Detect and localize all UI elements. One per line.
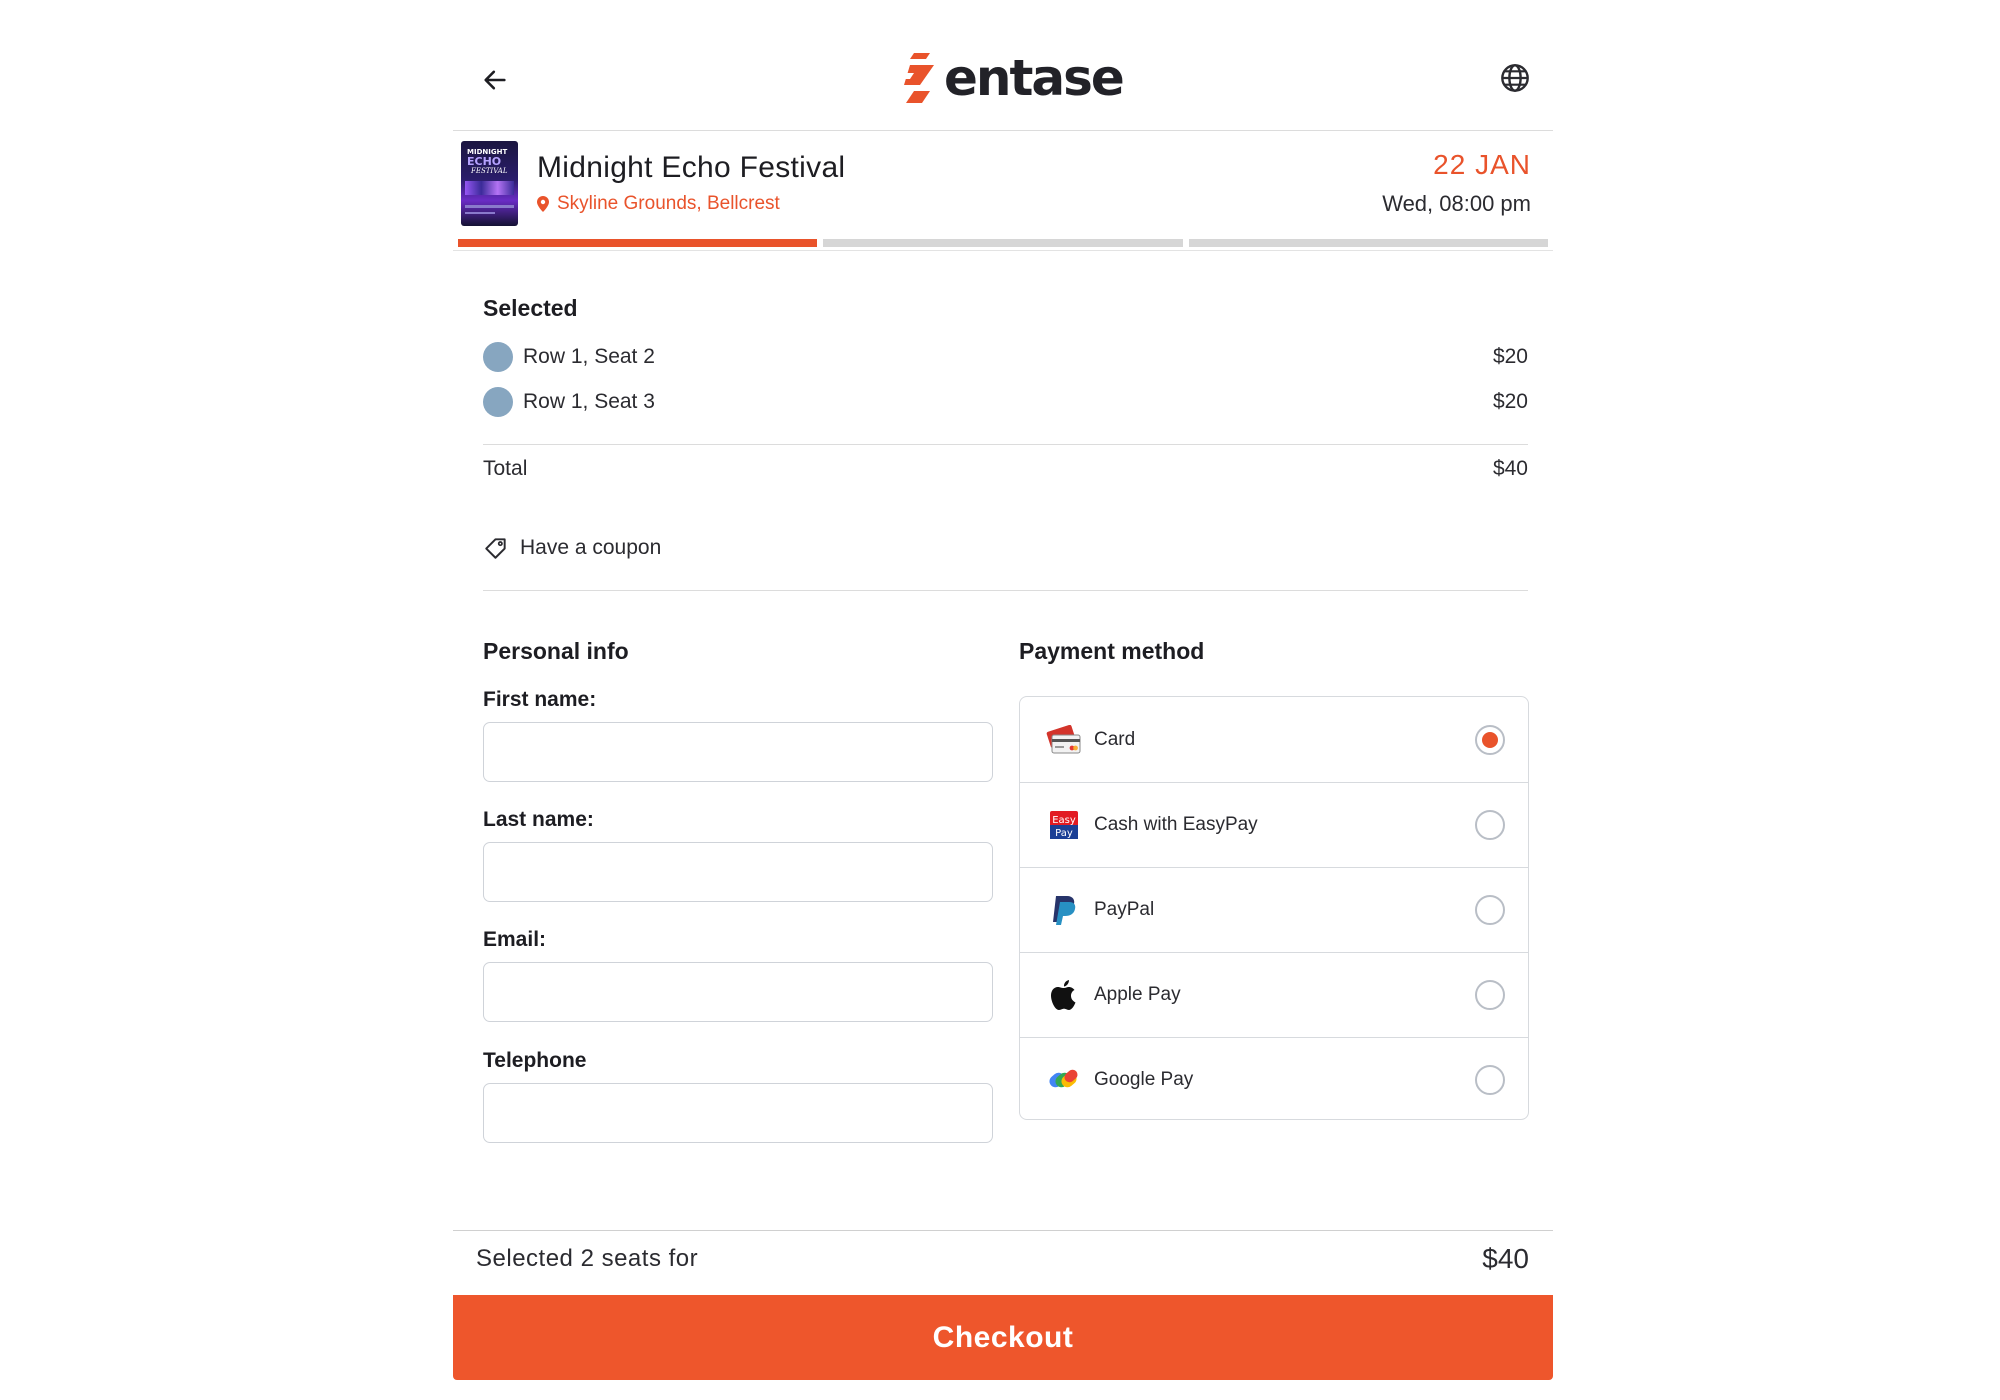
payment-option-label: Card (1094, 728, 1136, 750)
event-poster: MIDNIGHT ECHO FESTIVAL (461, 141, 518, 226)
poster-text-2: ECHO (467, 155, 502, 168)
step-progress (458, 239, 1548, 247)
coupon-link[interactable]: Have a coupon (483, 535, 661, 561)
easypay-icon: Easy Pay (1044, 805, 1084, 845)
checkout-button[interactable]: Checkout (453, 1295, 1553, 1380)
total-label: Total (483, 457, 528, 480)
event-time: Wed, 08:00 pm (1382, 191, 1531, 216)
globe-icon (1501, 64, 1529, 92)
email-label: Email: (483, 928, 547, 951)
email-input[interactable] (483, 962, 993, 1022)
logo-mark-icon (900, 53, 934, 103)
top-bar: entase (453, 0, 1553, 131)
location-pin-icon (537, 196, 549, 212)
selection-summary: Selected 2 seats for (476, 1245, 699, 1272)
progress-step-3 (1188, 239, 1548, 247)
payment-method-title: Payment method (1019, 638, 1205, 664)
radio-card[interactable] (1475, 724, 1505, 755)
radio-easypay[interactable] (1475, 810, 1505, 840)
seat-label: Row 1, Seat 3 (523, 390, 655, 413)
language-button[interactable] (1495, 58, 1535, 98)
poster-crowd (465, 181, 514, 195)
payment-option-google-pay[interactable]: Google Pay (1020, 1037, 1528, 1119)
divider (483, 590, 1528, 591)
seat-price: $20 (1492, 345, 1528, 368)
payment-method-section: Payment method Card Easy Pay Cash with E… (1019, 638, 1529, 1120)
telephone-label: Telephone (483, 1049, 587, 1072)
payment-option-apple-pay[interactable]: Apple Pay (1020, 952, 1528, 1037)
radio-google-pay[interactable] (1475, 1065, 1505, 1095)
paypal-icon (1044, 890, 1084, 930)
event-title: Midnight Echo Festival (537, 151, 846, 184)
seat-label: Row 1, Seat 2 (523, 345, 655, 368)
total-row: Total $40 (483, 457, 1528, 481)
selected-title: Selected (483, 295, 578, 321)
total-value: $40 (1492, 457, 1528, 480)
payment-option-card[interactable]: Card (1020, 697, 1528, 782)
divider (453, 1230, 1553, 1231)
payment-option-easypay[interactable]: Easy Pay Cash with EasyPay (1020, 782, 1528, 867)
personal-info-title: Personal info (483, 638, 629, 664)
progress-step-1 (458, 239, 818, 247)
google-pay-icon (1044, 1060, 1084, 1100)
seat-row: Row 1, Seat 2 $20 (483, 342, 1528, 372)
selection-total: $40 (1482, 1243, 1529, 1274)
payment-options: Card Easy Pay Cash with EasyPay PayPal A… (1019, 696, 1529, 1120)
tag-icon (485, 538, 506, 559)
last-name-input[interactable] (483, 842, 993, 902)
event-venue-label: Skyline Grounds, Bellcrest (557, 193, 780, 214)
coupon-label: Have a coupon (520, 536, 662, 559)
first-name-label: First name: (483, 688, 597, 711)
seat-price: $20 (1492, 390, 1528, 413)
seat-dot (483, 387, 513, 417)
arrow-left-icon (484, 70, 506, 90)
progress-step-2 (823, 239, 1183, 247)
personal-info-section: Personal info First name: Last name: Ema… (483, 638, 993, 1143)
poster-strip (465, 205, 514, 208)
entase-logo[interactable]: entase (900, 49, 1125, 107)
first-name-input[interactable] (483, 722, 993, 782)
credit-card-icon (1044, 720, 1084, 760)
seat-row: Row 1, Seat 3 $20 (483, 387, 1528, 417)
event-date: 22 JAN (1433, 149, 1531, 180)
telephone-input[interactable] (483, 1083, 993, 1143)
easypay-icon-text: Pay (1055, 828, 1073, 839)
seat-dot (483, 342, 513, 372)
last-name-label: Last name: (483, 808, 594, 831)
radio-apple-pay[interactable] (1475, 980, 1505, 1010)
radio-paypal[interactable] (1475, 895, 1505, 925)
logo-text: entase (944, 49, 1125, 107)
payment-option-label: Cash with EasyPay (1094, 814, 1258, 835)
easypay-icon-text: Easy (1052, 815, 1076, 826)
payment-option-paypal[interactable]: PayPal (1020, 867, 1528, 952)
back-button[interactable] (475, 60, 515, 100)
event-venue[interactable]: Skyline Grounds, Bellcrest (537, 193, 780, 215)
poster-text-3: FESTIVAL (471, 167, 508, 175)
payment-option-label: Google Pay (1094, 1069, 1194, 1090)
payment-option-label: Apple Pay (1094, 984, 1181, 1005)
checkout-page: entase MIDNIGHT ECHO FESTIVAL Midnight E… (453, 0, 1553, 1400)
poster-strip (465, 212, 495, 214)
event-summary: MIDNIGHT ECHO FESTIVAL Midnight Echo Fes… (453, 131, 1553, 235)
divider (483, 444, 1528, 445)
divider (453, 250, 1553, 251)
selected-seats-section: Selected Row 1, Seat 2 $20 Row 1, Seat 3… (483, 295, 1528, 591)
apple-icon (1044, 975, 1084, 1015)
payment-option-label: PayPal (1094, 899, 1155, 920)
